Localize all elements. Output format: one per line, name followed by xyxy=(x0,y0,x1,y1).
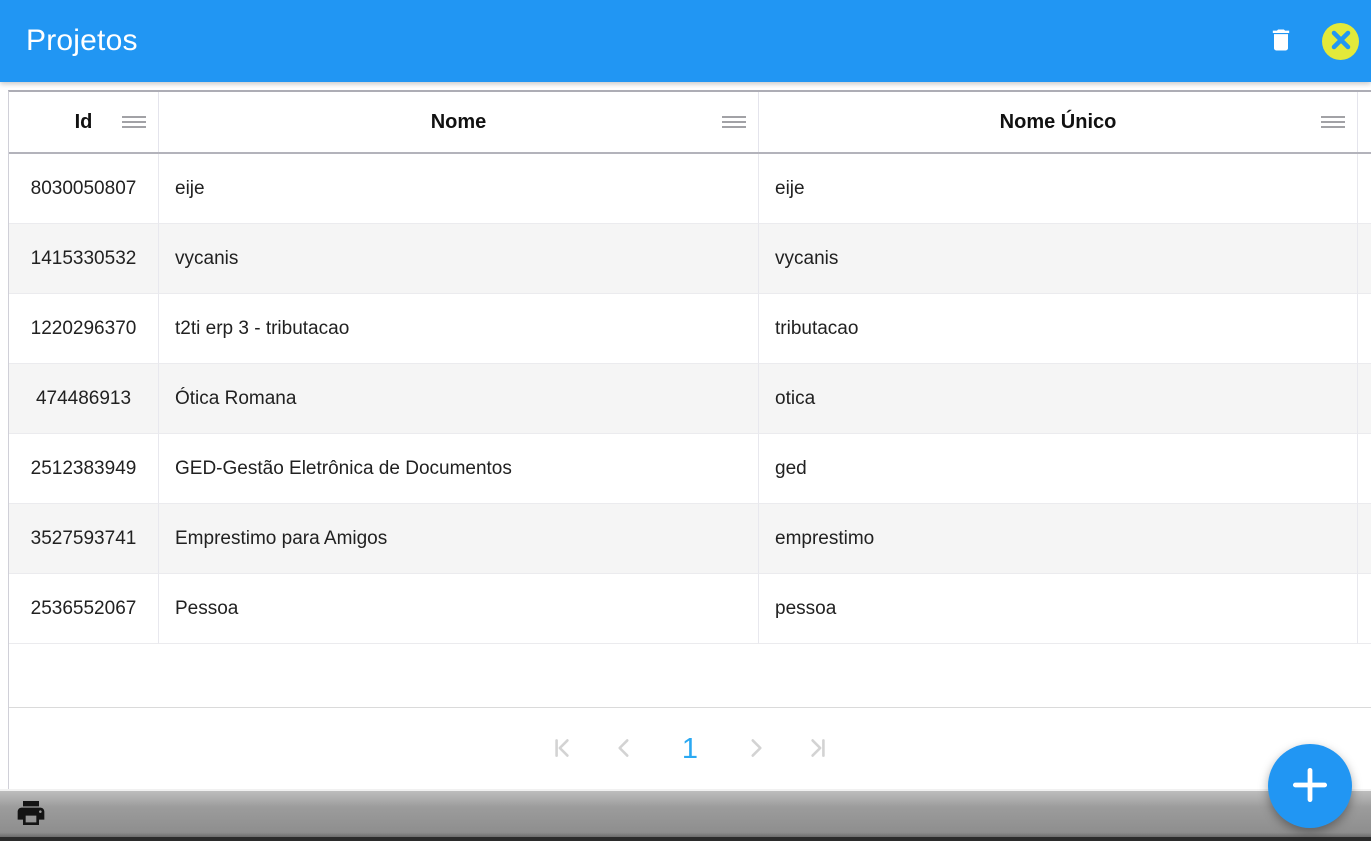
cell-overflow xyxy=(1358,434,1371,504)
close-button[interactable] xyxy=(1322,23,1359,60)
cell-overflow xyxy=(1358,294,1371,364)
cell-overflow xyxy=(1358,154,1371,224)
cell-nome-unico: ged xyxy=(759,434,1358,504)
last-page-button[interactable] xyxy=(804,735,832,763)
cell-nome: eije xyxy=(159,154,759,224)
table-empty-space xyxy=(9,644,1371,707)
column-label-id: Id xyxy=(75,111,93,134)
column-menu-icon[interactable] xyxy=(1321,116,1345,128)
cell-nome-unico: eije xyxy=(759,154,1358,224)
next-page-icon xyxy=(743,735,769,764)
table-row[interactable]: 2512383949 GED-Gestão Eletrônica de Docu… xyxy=(9,434,1371,504)
column-menu-icon[interactable] xyxy=(722,116,746,128)
table-body: 8030050807 eije eije 1415330532 vycanis … xyxy=(9,154,1371,644)
next-page-button[interactable] xyxy=(742,735,770,763)
cell-nome-unico: otica xyxy=(759,364,1358,434)
cell-id: 8030050807 xyxy=(9,154,159,224)
cell-nome-unico: emprestimo xyxy=(759,504,1358,574)
table-row[interactable]: 2536552067 Pessoa pessoa xyxy=(9,574,1371,644)
printer-icon xyxy=(15,797,47,832)
cell-nome-unico: tributacao xyxy=(759,294,1358,364)
column-header-nome-unico: Nome Único xyxy=(759,92,1358,152)
first-page-button[interactable] xyxy=(548,735,576,763)
projects-table: Id Nome Nome Único 8030050807 eije eije … xyxy=(8,90,1371,790)
cell-overflow xyxy=(1358,364,1371,434)
cell-nome: Pessoa xyxy=(159,574,759,644)
table-row[interactable]: 1220296370 t2ti erp 3 - tributacao tribu… xyxy=(9,294,1371,364)
print-button[interactable] xyxy=(13,796,49,832)
cell-id: 1415330532 xyxy=(9,224,159,294)
bottom-toolbar xyxy=(0,789,1371,841)
cell-nome: GED-Gestão Eletrônica de Documentos xyxy=(159,434,759,504)
table-row[interactable]: 3527593741 Emprestimo para Amigos empres… xyxy=(9,504,1371,574)
cell-nome-unico: pessoa xyxy=(759,574,1358,644)
cell-id: 3527593741 xyxy=(9,504,159,574)
cell-id: 2536552067 xyxy=(9,574,159,644)
app-bar-actions xyxy=(1260,20,1359,62)
column-label-nome-unico: Nome Único xyxy=(1000,111,1117,134)
cell-id: 2512383949 xyxy=(9,434,159,504)
column-header-overflow xyxy=(1358,92,1371,152)
cell-nome: t2ti erp 3 - tributacao xyxy=(159,294,759,364)
delete-button[interactable] xyxy=(1260,20,1302,62)
cell-overflow xyxy=(1358,574,1371,644)
cell-nome-unico: vycanis xyxy=(759,224,1358,294)
column-label-nome: Nome xyxy=(431,111,487,134)
column-header-nome: Nome xyxy=(159,92,759,152)
last-page-icon xyxy=(805,735,831,764)
table-row[interactable]: 8030050807 eije eije xyxy=(9,154,1371,224)
previous-page-icon xyxy=(611,735,637,764)
table-row[interactable]: 474486913 Ótica Romana otica xyxy=(9,364,1371,434)
cell-overflow xyxy=(1358,504,1371,574)
close-x-icon xyxy=(1331,30,1351,53)
first-page-icon xyxy=(549,735,575,764)
app-bar: Projetos xyxy=(0,0,1371,82)
cell-overflow xyxy=(1358,224,1371,294)
table-row[interactable]: 1415330532 vycanis vycanis xyxy=(9,224,1371,294)
cell-nome: Ótica Romana xyxy=(159,364,759,434)
current-page-number: 1 xyxy=(672,733,708,766)
cell-nome: vycanis xyxy=(159,224,759,294)
pagination-bar: 1 xyxy=(9,707,1371,790)
column-menu-icon[interactable] xyxy=(122,116,146,128)
add-button[interactable] xyxy=(1268,744,1352,828)
trash-icon xyxy=(1267,26,1295,57)
cell-id: 474486913 xyxy=(9,364,159,434)
previous-page-button[interactable] xyxy=(610,735,638,763)
page-title: Projetos xyxy=(26,24,138,58)
column-header-id: Id xyxy=(9,92,159,152)
table-header-row: Id Nome Nome Único xyxy=(9,92,1371,154)
cell-id: 1220296370 xyxy=(9,294,159,364)
plus-icon xyxy=(1288,763,1332,810)
cell-nome: Emprestimo para Amigos xyxy=(159,504,759,574)
